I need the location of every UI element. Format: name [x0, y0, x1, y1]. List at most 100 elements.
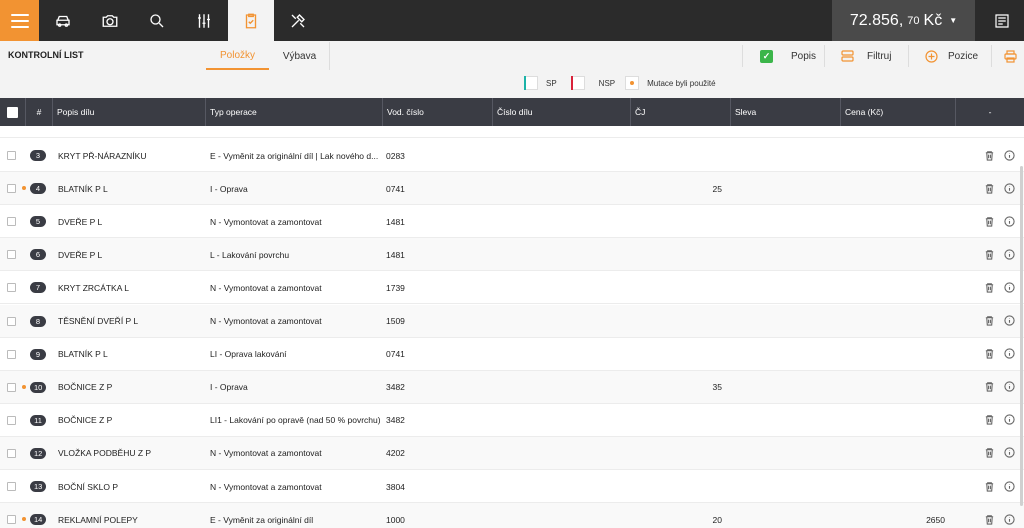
legend-nsp: NSP	[598, 78, 616, 88]
tab-vybava[interactable]: Výbava	[270, 42, 330, 70]
info-icon[interactable]	[1003, 149, 1015, 161]
row-checkbox[interactable]	[7, 338, 16, 371]
table-row[interactable]: 5 DVEŘE P L N - Vymontovat a zamontovat 148…	[0, 205, 1024, 239]
info-icon[interactable]	[1003, 348, 1015, 360]
col-vod[interactable]: Vod. číslo	[383, 98, 493, 126]
row-checkbox[interactable]	[7, 371, 16, 404]
cell-typ: E - Vyměnit za originální díl	[210, 514, 314, 525]
col-cena[interactable]: Cena (Kč)	[841, 98, 956, 126]
mutace-dot	[22, 517, 26, 522]
cell-cj	[631, 271, 722, 304]
cell-cena	[841, 139, 945, 172]
cell-cj	[631, 437, 722, 470]
cell-popis: DVEŘE P L	[58, 216, 103, 227]
divider	[991, 45, 992, 67]
info-icon[interactable]	[1003, 248, 1015, 260]
trash-icon[interactable]	[983, 348, 995, 360]
table-row[interactable]: 11 BOČNICE Z P LI1 - Lakování po opravě (n…	[0, 404, 1024, 437]
tools-icon[interactable]	[275, 0, 321, 41]
cell-vod: 1481	[386, 216, 405, 227]
trash-icon[interactable]	[983, 480, 995, 492]
col-cj[interactable]: ČJ	[631, 98, 731, 126]
trash-icon[interactable]	[983, 381, 995, 393]
table-row[interactable]: 12 VLOŽKA PODBĚHU Z P N - Vymontovat a zam…	[0, 436, 1024, 470]
divider	[824, 45, 825, 67]
cell-popis: BLATNÍK P L	[58, 349, 108, 360]
trash-icon[interactable]	[983, 447, 995, 459]
clipboard-check-icon[interactable]	[228, 0, 274, 41]
col-sleva[interactable]: Sleva	[731, 98, 841, 126]
table-row[interactable]: 7 KRYT ZRCÁTKA L N - Vymontovat a zamontov…	[0, 271, 1024, 305]
cell-cj: 25	[712, 183, 722, 194]
row-checkbox[interactable]	[7, 205, 16, 238]
row-checkbox[interactable]	[7, 404, 16, 437]
scrollbar[interactable]	[1020, 166, 1023, 506]
trash-icon[interactable]	[983, 149, 995, 161]
info-icon[interactable]	[1003, 281, 1015, 293]
row-checkbox[interactable]	[7, 139, 16, 172]
car-icon[interactable]	[40, 0, 86, 41]
total-price[interactable]: 72.856, 70 Kč ▼	[832, 0, 975, 41]
cell-cena	[841, 404, 945, 437]
menu-icon[interactable]	[0, 0, 39, 41]
tab-polozky[interactable]: Položky	[206, 42, 269, 70]
search-icon[interactable]	[134, 0, 180, 41]
trash-icon[interactable]	[983, 182, 995, 194]
print-button[interactable]	[1004, 41, 1017, 71]
filtruj-button[interactable]: Filtruj	[841, 41, 891, 71]
row-number: 8	[30, 305, 46, 338]
row-checkbox[interactable]	[7, 172, 16, 205]
info-icon[interactable]	[1003, 513, 1015, 525]
row-checkbox[interactable]	[7, 238, 16, 271]
col-cislo[interactable]: Číslo dílu	[493, 98, 631, 126]
cell-vod: 3804	[386, 481, 405, 492]
cell-vod: 0741	[386, 183, 405, 194]
trash-icon[interactable]	[983, 414, 995, 426]
table-row[interactable]: 14 REKLAMNÍ POLEPY E - Vyměnit za originál…	[0, 503, 1024, 528]
cell-cj	[631, 338, 722, 371]
trash-icon[interactable]	[983, 215, 995, 227]
sp-swatch	[524, 76, 538, 90]
info-icon[interactable]	[1003, 414, 1015, 426]
info-icon[interactable]	[1003, 182, 1015, 194]
trash-icon[interactable]	[983, 281, 995, 293]
table-row[interactable]: 4 BLATNÍK P L I - Oprava 0741 25	[0, 172, 1024, 206]
table-row[interactable]: 8 TĚSNĚNÍ DVEŘÍ P L N - Vymontovat a zamon…	[0, 304, 1024, 338]
row-checkbox[interactable]	[7, 470, 16, 503]
table-row[interactable]: 10 BOČNICE Z P I - Oprava 3482 35	[0, 370, 1024, 404]
pozice-button[interactable]: Pozice	[925, 41, 978, 71]
popis-toggle[interactable]: ✓ Popis	[760, 41, 816, 71]
cell-typ: I - Oprava	[210, 382, 248, 393]
trash-icon[interactable]	[983, 513, 995, 525]
sliders-icon[interactable]	[181, 0, 227, 41]
row-checkbox[interactable]	[7, 503, 16, 528]
row-checkbox[interactable]	[7, 437, 16, 470]
select-all-checkbox[interactable]	[0, 98, 26, 126]
info-icon[interactable]	[1003, 215, 1015, 227]
col-popis[interactable]: Popis dílu	[53, 98, 206, 126]
trash-icon[interactable]	[983, 315, 995, 327]
camera-icon[interactable]	[87, 0, 133, 41]
cell-vod: 3482	[386, 415, 405, 426]
table-row[interactable]: 3 KRYT PŘ-NÁRAZNÍKU E - Vyměnit za originá…	[0, 139, 1024, 172]
info-icon[interactable]	[1003, 381, 1015, 393]
cell-cj	[631, 205, 722, 238]
col-actions: -	[988, 107, 992, 117]
table-row[interactable]: 9 BLATNÍK P L LI - Oprava lakování 0741	[0, 338, 1024, 371]
price-decimals: 70	[907, 14, 920, 27]
document-icon[interactable]	[980, 0, 1024, 41]
table-row[interactable]: 13 BOČNÍ SKLO P N - Vymontovat a zamontova…	[0, 470, 1024, 503]
info-icon[interactable]	[1003, 447, 1015, 459]
col-typ[interactable]: Typ operace	[206, 98, 383, 126]
info-icon[interactable]	[1003, 315, 1015, 327]
filter-icon	[841, 50, 854, 62]
cell-cena	[841, 205, 945, 238]
table-row[interactable]: 6 DVEŘE P L L - Lakování povrchu 1481	[0, 238, 1024, 272]
row-checkbox[interactable]	[7, 271, 16, 304]
row-checkbox[interactable]	[7, 305, 16, 338]
trash-icon[interactable]	[983, 248, 995, 260]
popis-label: Popis	[791, 50, 817, 62]
cell-vod: 1000	[386, 514, 405, 525]
col-number[interactable]: #	[26, 98, 53, 126]
info-icon[interactable]	[1003, 480, 1015, 492]
